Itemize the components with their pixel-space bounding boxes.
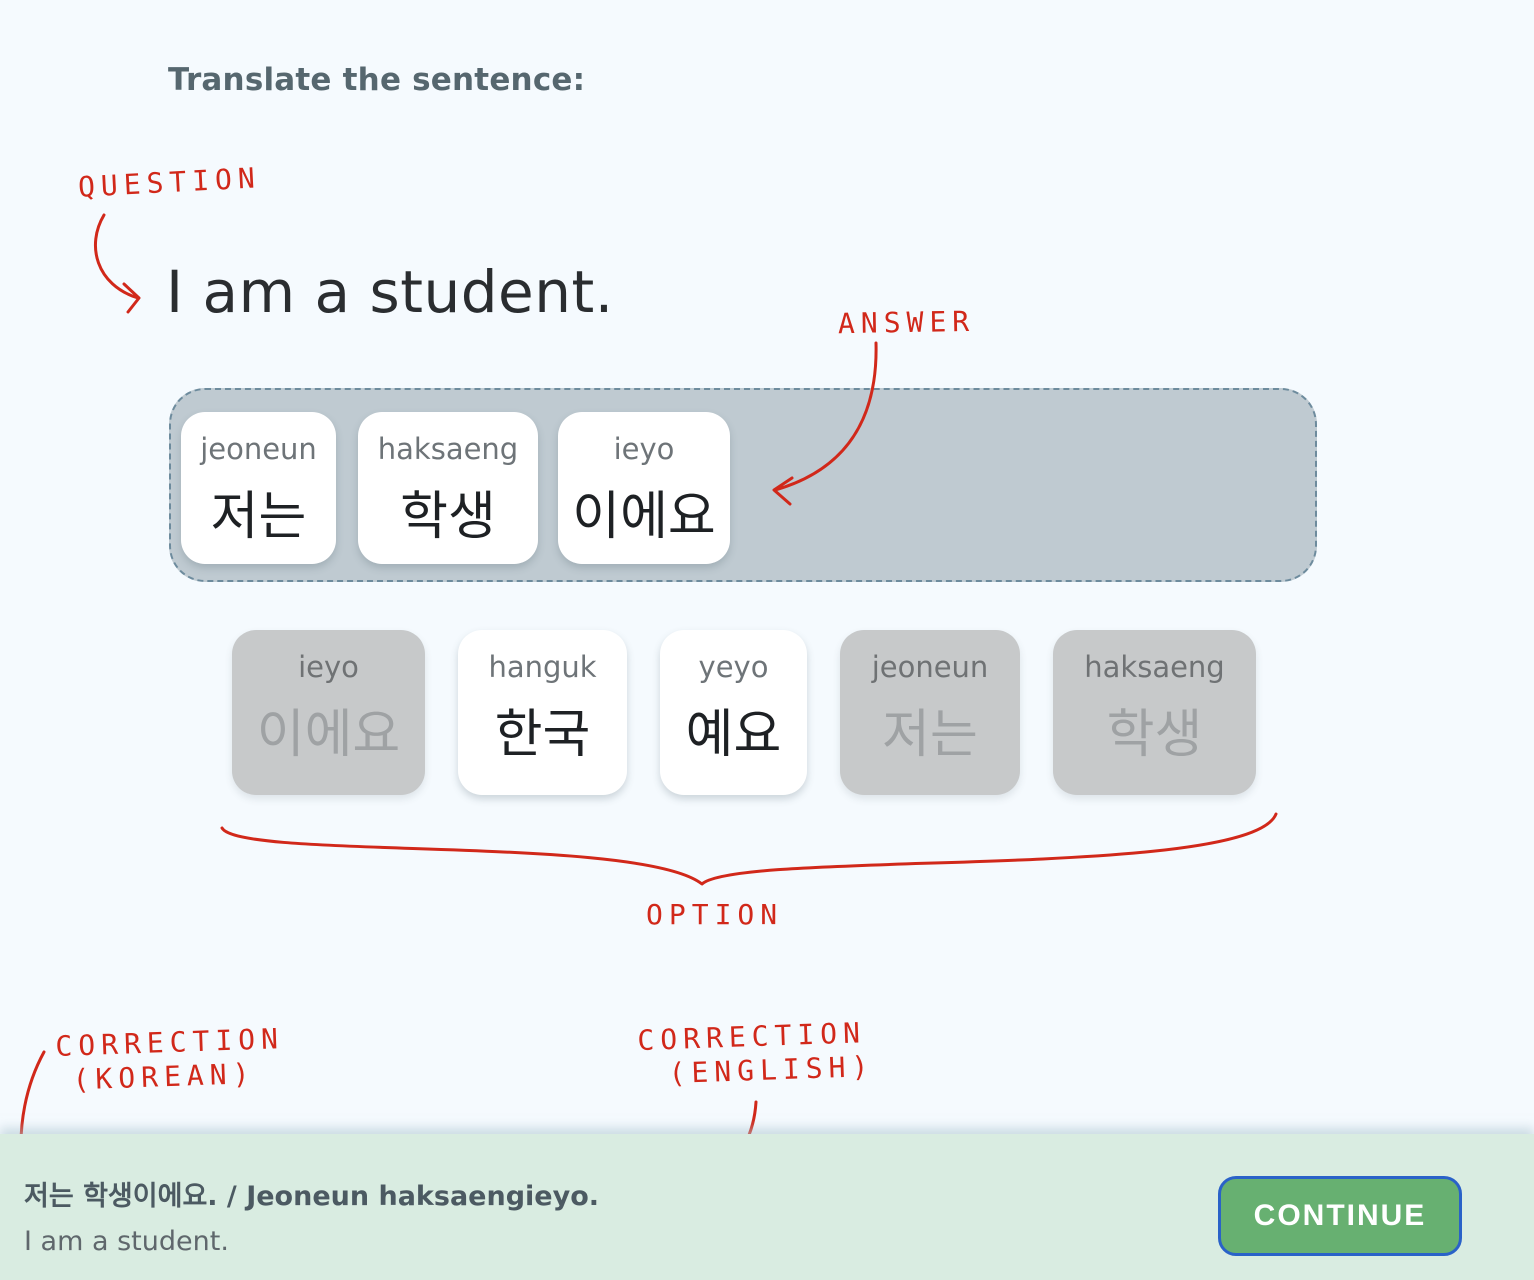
tile-korean: 예요 [685, 705, 782, 765]
tile-romanization: yeyo [698, 650, 769, 684]
tile-romanization: ieyo [298, 650, 359, 684]
option-tile-ieyo: ieyo 이에요 [232, 630, 425, 795]
tile-korean: 학생 [1106, 705, 1203, 765]
tile-romanization: haksaeng [377, 432, 519, 466]
annotation-correction-english: CORRECTION (ENGLISH) [637, 1016, 875, 1092]
annotation-correction-korean: CORRECTION (KOREAN) [55, 1022, 286, 1098]
tile-romanization: jeoneun [200, 432, 317, 466]
question-text: I am a student. [166, 258, 614, 326]
answer-tile-jeoneun[interactable]: jeoneun 저는 [181, 412, 336, 564]
tile-korean: 학생 [400, 487, 496, 547]
annotation-answer: ANSWER [837, 304, 976, 341]
tile-romanization: haksaeng [1084, 650, 1225, 684]
option-brace [220, 812, 1278, 886]
option-tile-yeyo[interactable]: yeyo 예요 [660, 630, 807, 795]
tile-korean: 저는 [882, 705, 978, 765]
annotation-line: (KOREAN) [72, 1057, 256, 1097]
option-tile-hanguk[interactable]: hanguk 한국 [458, 630, 627, 795]
tile-romanization: jeoneun [871, 650, 989, 684]
answer-area[interactable] [169, 388, 1317, 582]
correction-english: I am a student. [24, 1226, 229, 1257]
tile-korean: 저는 [210, 487, 307, 547]
tile-romanization: ieyo [613, 432, 675, 466]
tile-romanization: hanguk [488, 650, 597, 684]
answer-tile-ieyo[interactable]: ieyo 이에요 [558, 412, 730, 564]
answer-tile-haksaeng[interactable]: haksaeng 학생 [358, 412, 538, 564]
question-arrow [94, 213, 141, 314]
continue-button[interactable]: CONTINUE [1218, 1176, 1462, 1256]
annotation-option: OPTION [646, 898, 784, 931]
tile-korean: 한국 [494, 705, 591, 765]
correction-korean: 저는 학생이에요. / Jeoneun haksaengieyo. [24, 1181, 600, 1212]
option-tile-haksaeng: haksaeng 학생 [1053, 630, 1256, 795]
option-tile-jeoneun: jeoneun 저는 [840, 630, 1020, 795]
annotation-line: (ENGLISH) [668, 1049, 875, 1091]
correction-footer: 저는 학생이에요. / Jeoneun haksaengieyo. I am a… [0, 1134, 1534, 1280]
prompt-label: Translate the sentence: [168, 62, 586, 98]
tile-korean: 이에요 [572, 487, 716, 547]
tile-korean: 이에요 [256, 705, 401, 765]
annotation-question: QUESTION [77, 161, 262, 204]
